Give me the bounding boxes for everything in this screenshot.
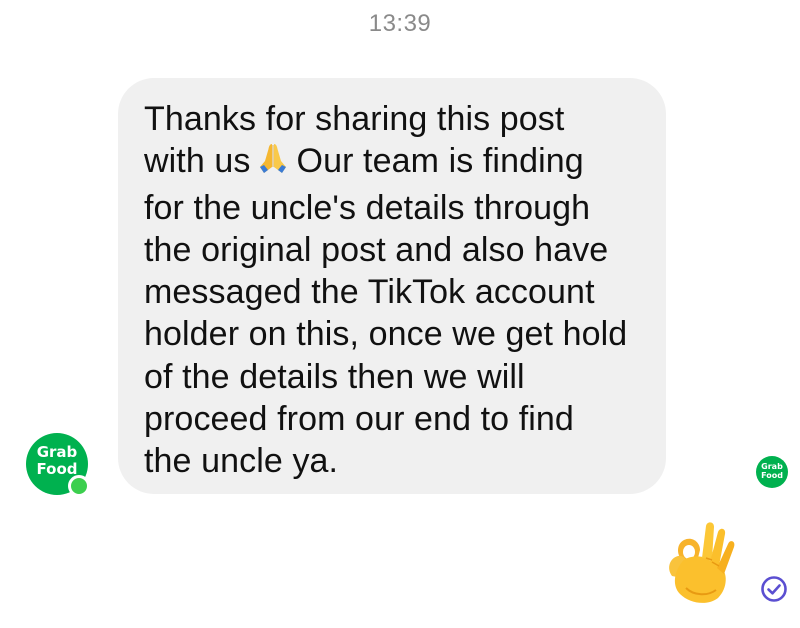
message-line: with us [144,142,251,181]
message-line-with-emoji: with us Our team is finding [144,140,644,186]
online-status-indicator [68,475,90,497]
ok-hand-icon[interactable] [662,518,738,606]
message-line: the original post and also have [144,230,609,269]
message-line: for the uncle's details through [144,188,591,227]
message-line: Thanks for sharing this post [144,100,565,138]
check-circle-icon [760,575,788,603]
message-timestamp: 13:39 [368,10,432,37]
message-line: Our team is finding [296,142,584,181]
message-line: the uncle ya. [144,442,339,481]
message-line: of the details then we will [144,357,525,396]
read-receipt-logo-text: Grab Food [761,462,783,480]
avatar-logo-text: Grab Food [36,443,78,478]
message-line: proceed from our end to find [144,400,574,439]
message-line: holder on this, once we get hold [144,315,628,354]
chat-screen: 13:39 Thanks for sharing this post with … [0,0,800,628]
folded-hands-icon [255,140,291,186]
received-message-bubble[interactable]: Thanks for sharing this post with us Our… [118,78,666,494]
read-receipt-avatar: Grab Food [756,456,788,488]
message-line: messaged the TikTok account [144,273,595,312]
